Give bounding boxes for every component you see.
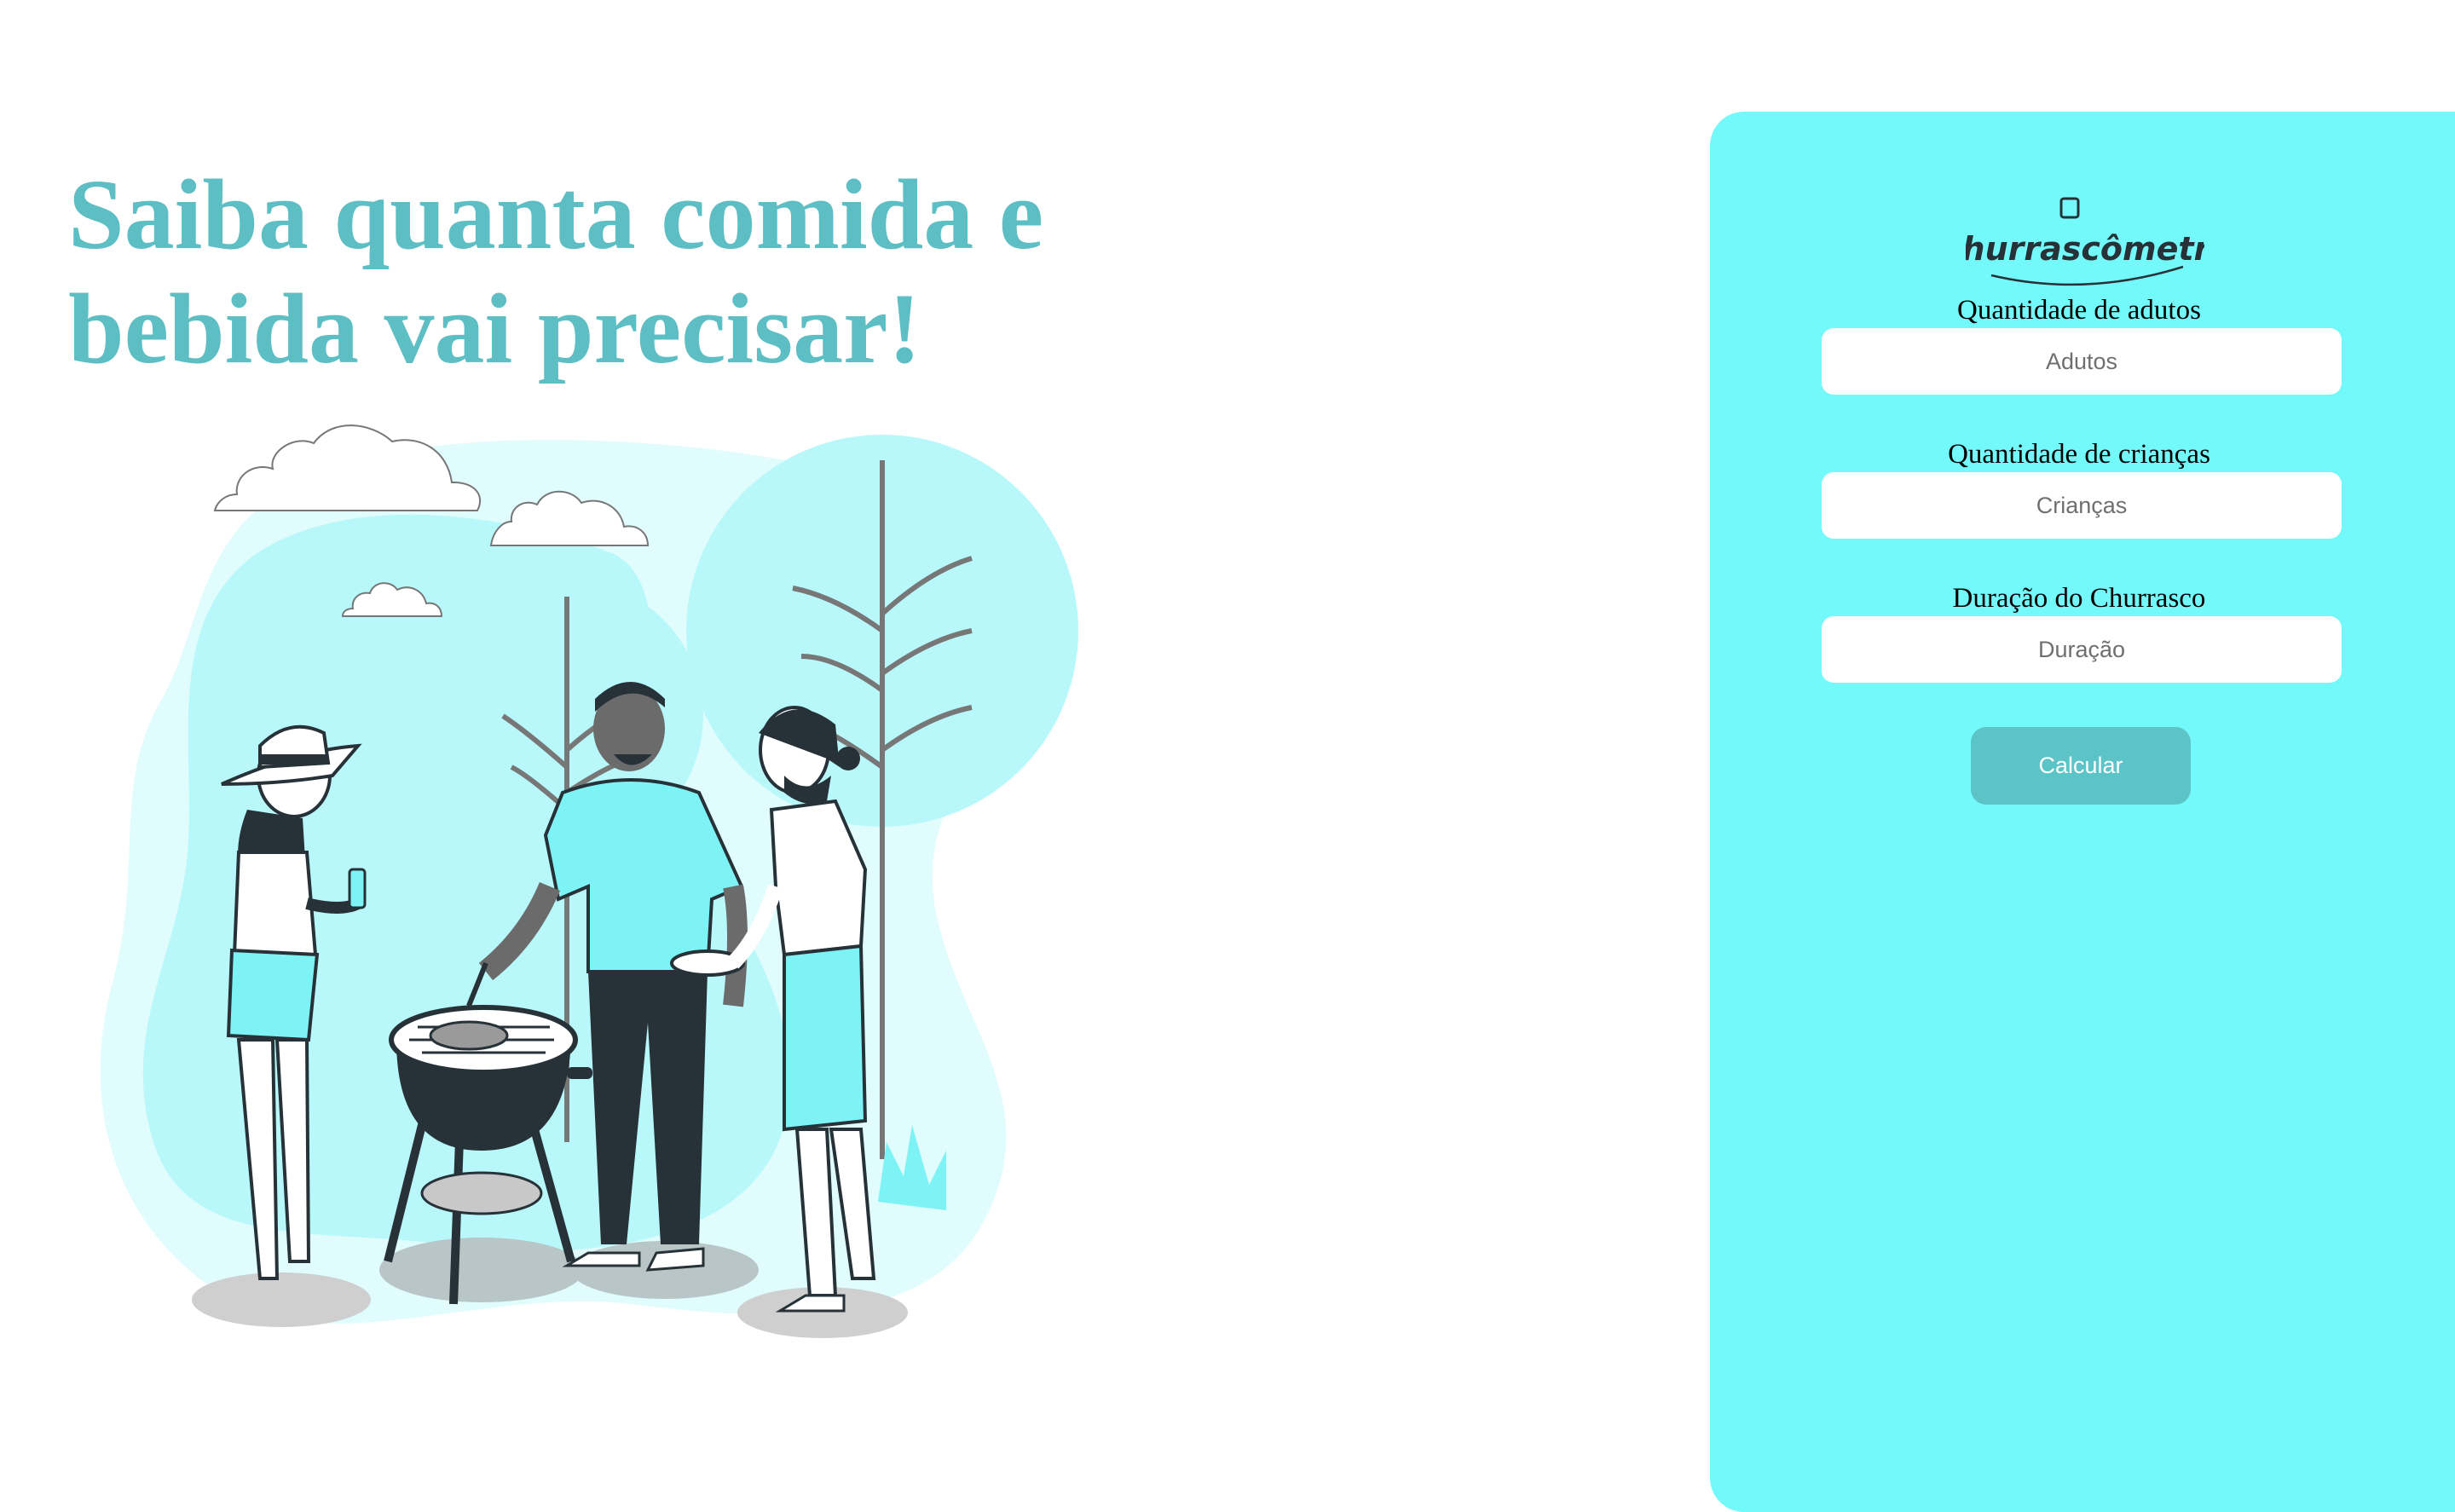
- headline-line-1: Saiba quanta comida e: [68, 159, 1044, 270]
- logo-swoosh: [1990, 265, 2184, 286]
- shadow-grill: [379, 1238, 584, 1302]
- hero-section: Saiba quanta comida e bebida vai precisa…: [0, 0, 1705, 1512]
- shadow-man: [571, 1241, 759, 1299]
- duration-input[interactable]: [1822, 616, 2342, 683]
- headline-line-2: bebida vai precisar!: [68, 273, 921, 384]
- page-title: Saiba quanta comida e bebida vai precisa…: [68, 158, 1176, 386]
- calculator-panel: Churrascômetro Quantidade de adutos Quan…: [1710, 112, 2455, 1512]
- churrascometro-logo: Churrascômetro: [1966, 197, 2204, 286]
- barbecue-icon: [2059, 197, 2080, 219]
- barbecue-illustration: [100, 424, 1078, 1338]
- duration-label: Duração do Churrasco: [1952, 583, 2206, 614]
- children-label: Quantidade de crianças: [1948, 439, 2210, 470]
- children-input[interactable]: [1822, 472, 2342, 539]
- shadow-woman: [192, 1273, 371, 1327]
- adults-label: Quantidade de adutos: [1957, 295, 2201, 326]
- cloud-large: [213, 424, 482, 511]
- logo-text: Churrascômetro: [1966, 230, 2204, 268]
- calculate-button[interactable]: Calcular: [1971, 727, 2191, 805]
- adults-input[interactable]: [1822, 328, 2342, 395]
